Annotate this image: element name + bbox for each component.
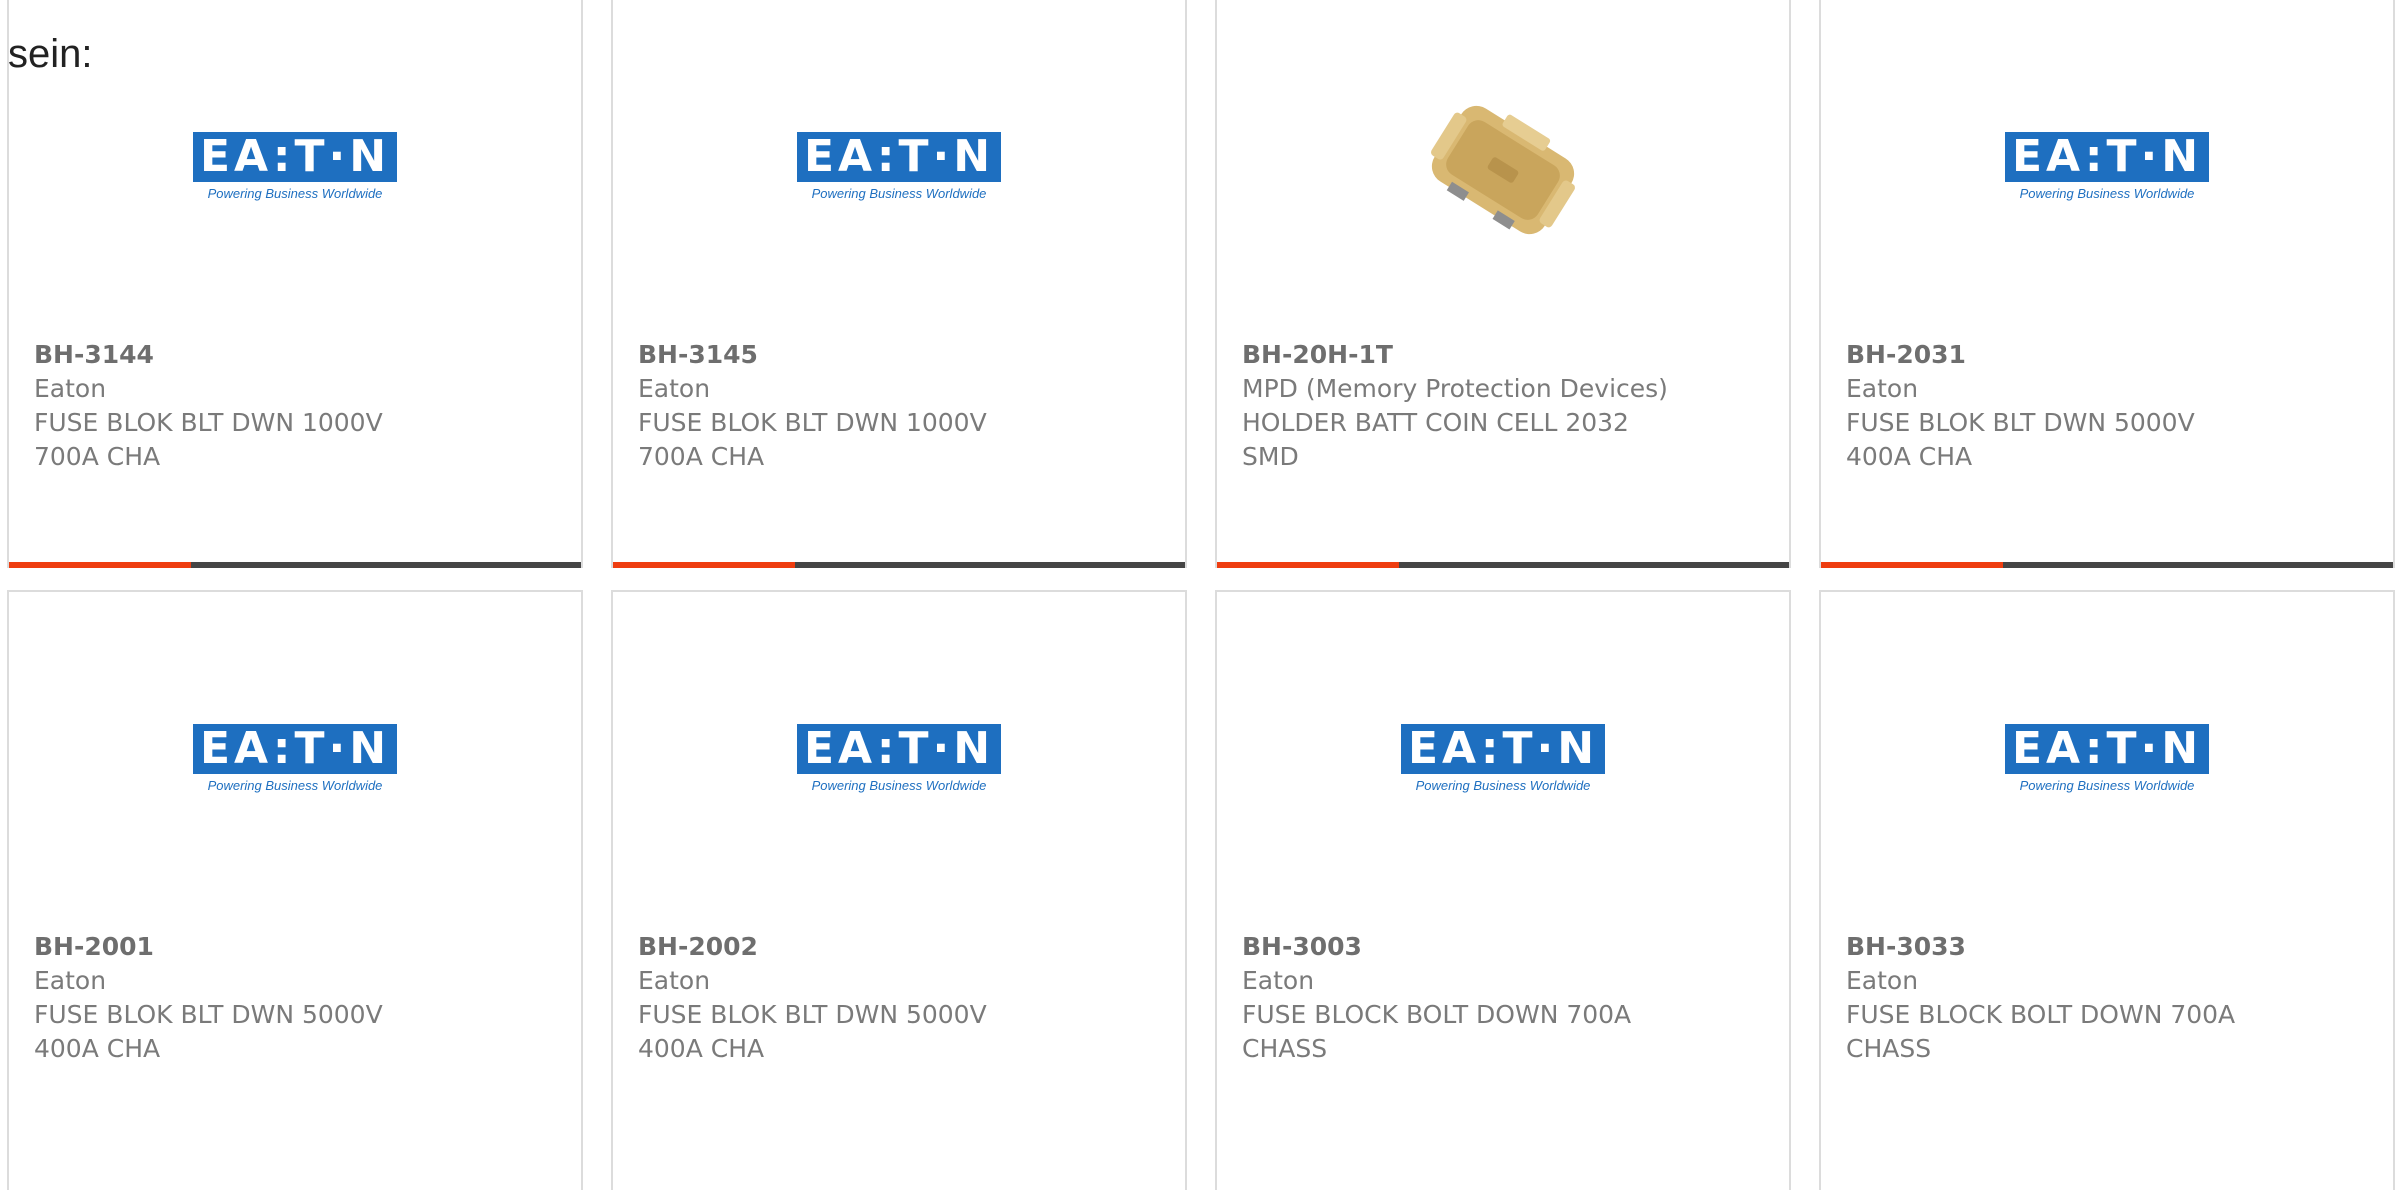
description-line: HOLDER BATT COIN CELL 2032 <box>1242 408 1629 437</box>
description-line: FUSE BLOK BLT DWN 1000V <box>638 408 987 437</box>
manufacturer: Eaton <box>1846 966 1919 995</box>
manufacturer: Eaton <box>34 374 107 403</box>
product-image[interactable]: EA:T·N Powering Business Worldwide <box>1217 652 1789 872</box>
description-line: FUSE BLOCK BOLT DOWN 700A <box>1242 1000 1632 1029</box>
part-number[interactable]: BH-3033 <box>1846 930 2373 964</box>
part-number[interactable]: BH-2002 <box>638 930 1165 964</box>
card-progress-accent <box>1821 562 2003 568</box>
product-image[interactable]: EA:T·N Powering Business Worldwide <box>9 60 581 280</box>
eaton-logo: EA:T·N Powering Business Worldwide <box>797 724 1001 800</box>
part-number[interactable]: BH-2031 <box>1846 338 2373 372</box>
lead-text: sein: <box>8 32 93 76</box>
product-card[interactable]: EA:T·N Powering Business Worldwide BH-20… <box>1819 0 2395 568</box>
part-number[interactable]: BH-3003 <box>1242 930 1769 964</box>
product-card[interactable]: BH-20H-1T MPD (Memory Protection Devices… <box>1215 0 1791 568</box>
manufacturer: Eaton <box>638 374 711 403</box>
card-progress-accent <box>9 562 191 568</box>
eaton-logo: EA:T·N Powering Business Worldwide <box>2005 724 2209 800</box>
product-card[interactable]: EA:T·N Powering Business Worldwide BH-20… <box>611 590 1187 1190</box>
eaton-logo: EA:T·N Powering Business Worldwide <box>797 132 1001 208</box>
manufacturer: Eaton <box>34 966 107 995</box>
description-line: FUSE BLOK BLT DWN 5000V <box>34 1000 383 1029</box>
description-line: CHASS <box>1846 1034 1932 1063</box>
product-card[interactable]: EA:T·N Powering Business Worldwide BH-20… <box>7 590 583 1190</box>
product-card[interactable]: EA:T·N Powering Business Worldwide BH-31… <box>611 0 1187 568</box>
description-line: 400A CHA <box>638 1034 765 1063</box>
manufacturer: MPD (Memory Protection Devices) <box>1242 374 1668 403</box>
product-card[interactable]: EA:T·N Powering Business Worldwide BH-31… <box>7 0 583 568</box>
product-image[interactable]: EA:T·N Powering Business Worldwide <box>613 60 1185 280</box>
product-card[interactable]: EA:T·N Powering Business Worldwide BH-30… <box>1819 590 2395 1190</box>
product-card[interactable]: EA:T·N Powering Business Worldwide BH-30… <box>1215 590 1791 1190</box>
eaton-logo: EA:T·N Powering Business Worldwide <box>193 132 397 208</box>
card-progress-bar <box>9 562 581 568</box>
manufacturer: Eaton <box>1846 374 1919 403</box>
card-progress-bar <box>1217 562 1789 568</box>
description-line: FUSE BLOK BLT DWN 5000V <box>1846 408 2195 437</box>
card-progress-bar <box>613 562 1185 568</box>
manufacturer: Eaton <box>638 966 711 995</box>
description-line: 400A CHA <box>1846 442 1973 471</box>
product-image[interactable] <box>1217 60 1789 280</box>
product-image[interactable]: EA:T·N Powering Business Worldwide <box>9 652 581 872</box>
product-image[interactable]: EA:T·N Powering Business Worldwide <box>613 652 1185 872</box>
product-grid: EA:T·N Powering Business Worldwide BH-31… <box>0 0 2400 1190</box>
eaton-logo: EA:T·N Powering Business Worldwide <box>2005 132 2209 208</box>
description-line: FUSE BLOCK BOLT DOWN 700A <box>1846 1000 2236 1029</box>
description-line: FUSE BLOK BLT DWN 1000V <box>34 408 383 437</box>
description-line: SMD <box>1242 442 1299 471</box>
description-line: CHASS <box>1242 1034 1328 1063</box>
description-line: 400A CHA <box>34 1034 161 1063</box>
eaton-logo: EA:T·N Powering Business Worldwide <box>1401 724 1605 800</box>
part-number[interactable]: BH-3144 <box>34 338 561 372</box>
card-progress-accent <box>613 562 795 568</box>
part-number[interactable]: BH-3145 <box>638 338 1165 372</box>
card-progress-bar <box>1821 562 2393 568</box>
eaton-logo: EA:T·N Powering Business Worldwide <box>193 724 397 800</box>
product-image[interactable]: EA:T·N Powering Business Worldwide <box>1821 60 2393 280</box>
manufacturer: Eaton <box>1242 966 1315 995</box>
product-image[interactable]: EA:T·N Powering Business Worldwide <box>1821 652 2393 872</box>
coin-cell-holder-image <box>1408 75 1598 265</box>
part-number[interactable]: BH-2001 <box>34 930 561 964</box>
description-line: 700A CHA <box>34 442 161 471</box>
card-progress-accent <box>1217 562 1399 568</box>
description-line: FUSE BLOK BLT DWN 5000V <box>638 1000 987 1029</box>
part-number[interactable]: BH-20H-1T <box>1242 338 1769 372</box>
description-line: 700A CHA <box>638 442 765 471</box>
